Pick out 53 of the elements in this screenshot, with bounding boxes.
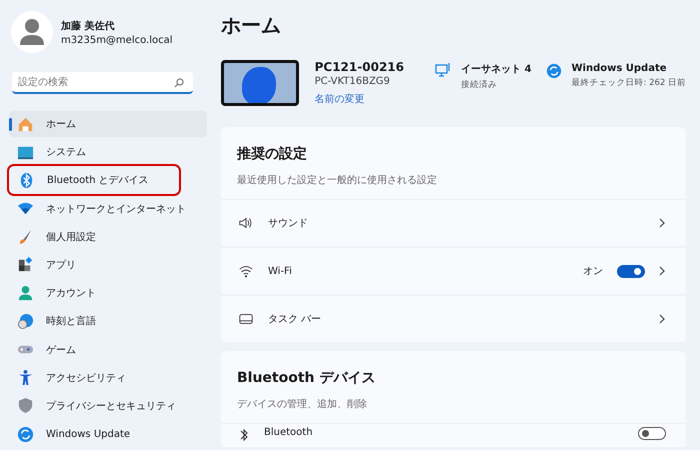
user-email: m3235m@melco.local: [61, 34, 173, 46]
card-title: 推奨の設定: [237, 145, 308, 163]
card-subtitle: 最近使用した設定と一般的に使用される設定: [237, 174, 438, 187]
card-subtitle: デバイスの管理、追加、削除: [237, 398, 368, 411]
toggle-switch[interactable]: [617, 264, 645, 278]
toggle-state: オン: [583, 265, 603, 278]
user-name: 加藤 美佐代: [61, 19, 116, 32]
status-title: イーサネット 4: [461, 62, 532, 76]
search-icon: [174, 78, 184, 88]
status-title: Windows Update: [572, 63, 668, 74]
row-icon: [238, 311, 254, 327]
settings-row[interactable]: タスク バー: [221, 296, 686, 344]
row-icon: [238, 215, 254, 231]
sidebar-item[interactable]: アプリ: [9, 252, 207, 278]
device-name: PC121-00216: [314, 60, 405, 74]
avatar: [11, 11, 53, 53]
sidebar-item[interactable]: 時刻と言語: [9, 308, 207, 334]
nav-icon: [17, 116, 34, 132]
page-title: ホーム: [221, 12, 282, 39]
row-icon: [238, 263, 254, 279]
card-title: Bluetooth デバイス: [237, 369, 376, 387]
sidebar-item[interactable]: システム: [9, 139, 207, 166]
rename-link[interactable]: 名前の変更: [314, 94, 365, 105]
settings-row[interactable]: Bluetooth: [221, 424, 686, 449]
device-model: PC-VKT16BZG9: [314, 76, 391, 87]
sidebar-item[interactable]: Bluetooth とデバイス: [10, 167, 178, 194]
settings-row[interactable]: サウンド: [221, 200, 686, 248]
nav-icon: [17, 426, 34, 443]
settings-row[interactable]: Wi-Fi オン: [221, 248, 686, 296]
sidebar-item[interactable]: ネットワークとインターネット: [9, 196, 207, 222]
chevron-icon: [659, 218, 666, 228]
nav-icon: [17, 256, 34, 274]
status-detail: 最終チェック日時: 262 日前: [572, 77, 686, 89]
monitor-icon: [435, 62, 452, 78]
sidebar-item[interactable]: ホーム: [9, 111, 207, 137]
chevron-icon: [659, 266, 666, 276]
search-field[interactable]: 設定の検索: [12, 72, 193, 94]
nav-icon: [18, 172, 35, 189]
toggle-switch[interactable]: [638, 427, 666, 440]
nav-icon: [17, 284, 34, 302]
sync-icon: [546, 63, 562, 79]
sidebar-item[interactable]: Windows Update: [9, 421, 207, 448]
status-detail: 接続済み: [461, 78, 498, 90]
chevron-icon: [659, 314, 666, 324]
sidebar-item[interactable]: ゲーム: [9, 336, 207, 362]
nav-icon: [17, 312, 34, 330]
sidebar-item[interactable]: アクセシビリティ: [9, 364, 207, 391]
sidebar-item[interactable]: 個人用設定: [9, 224, 207, 250]
sidebar-item[interactable]: プライバシーとセキュリティ: [9, 392, 207, 419]
nav-icon: [17, 397, 34, 414]
nav-icon: [17, 369, 34, 386]
bluetooth-icon: [238, 427, 250, 443]
sidebar-item[interactable]: アカウント: [9, 280, 207, 306]
